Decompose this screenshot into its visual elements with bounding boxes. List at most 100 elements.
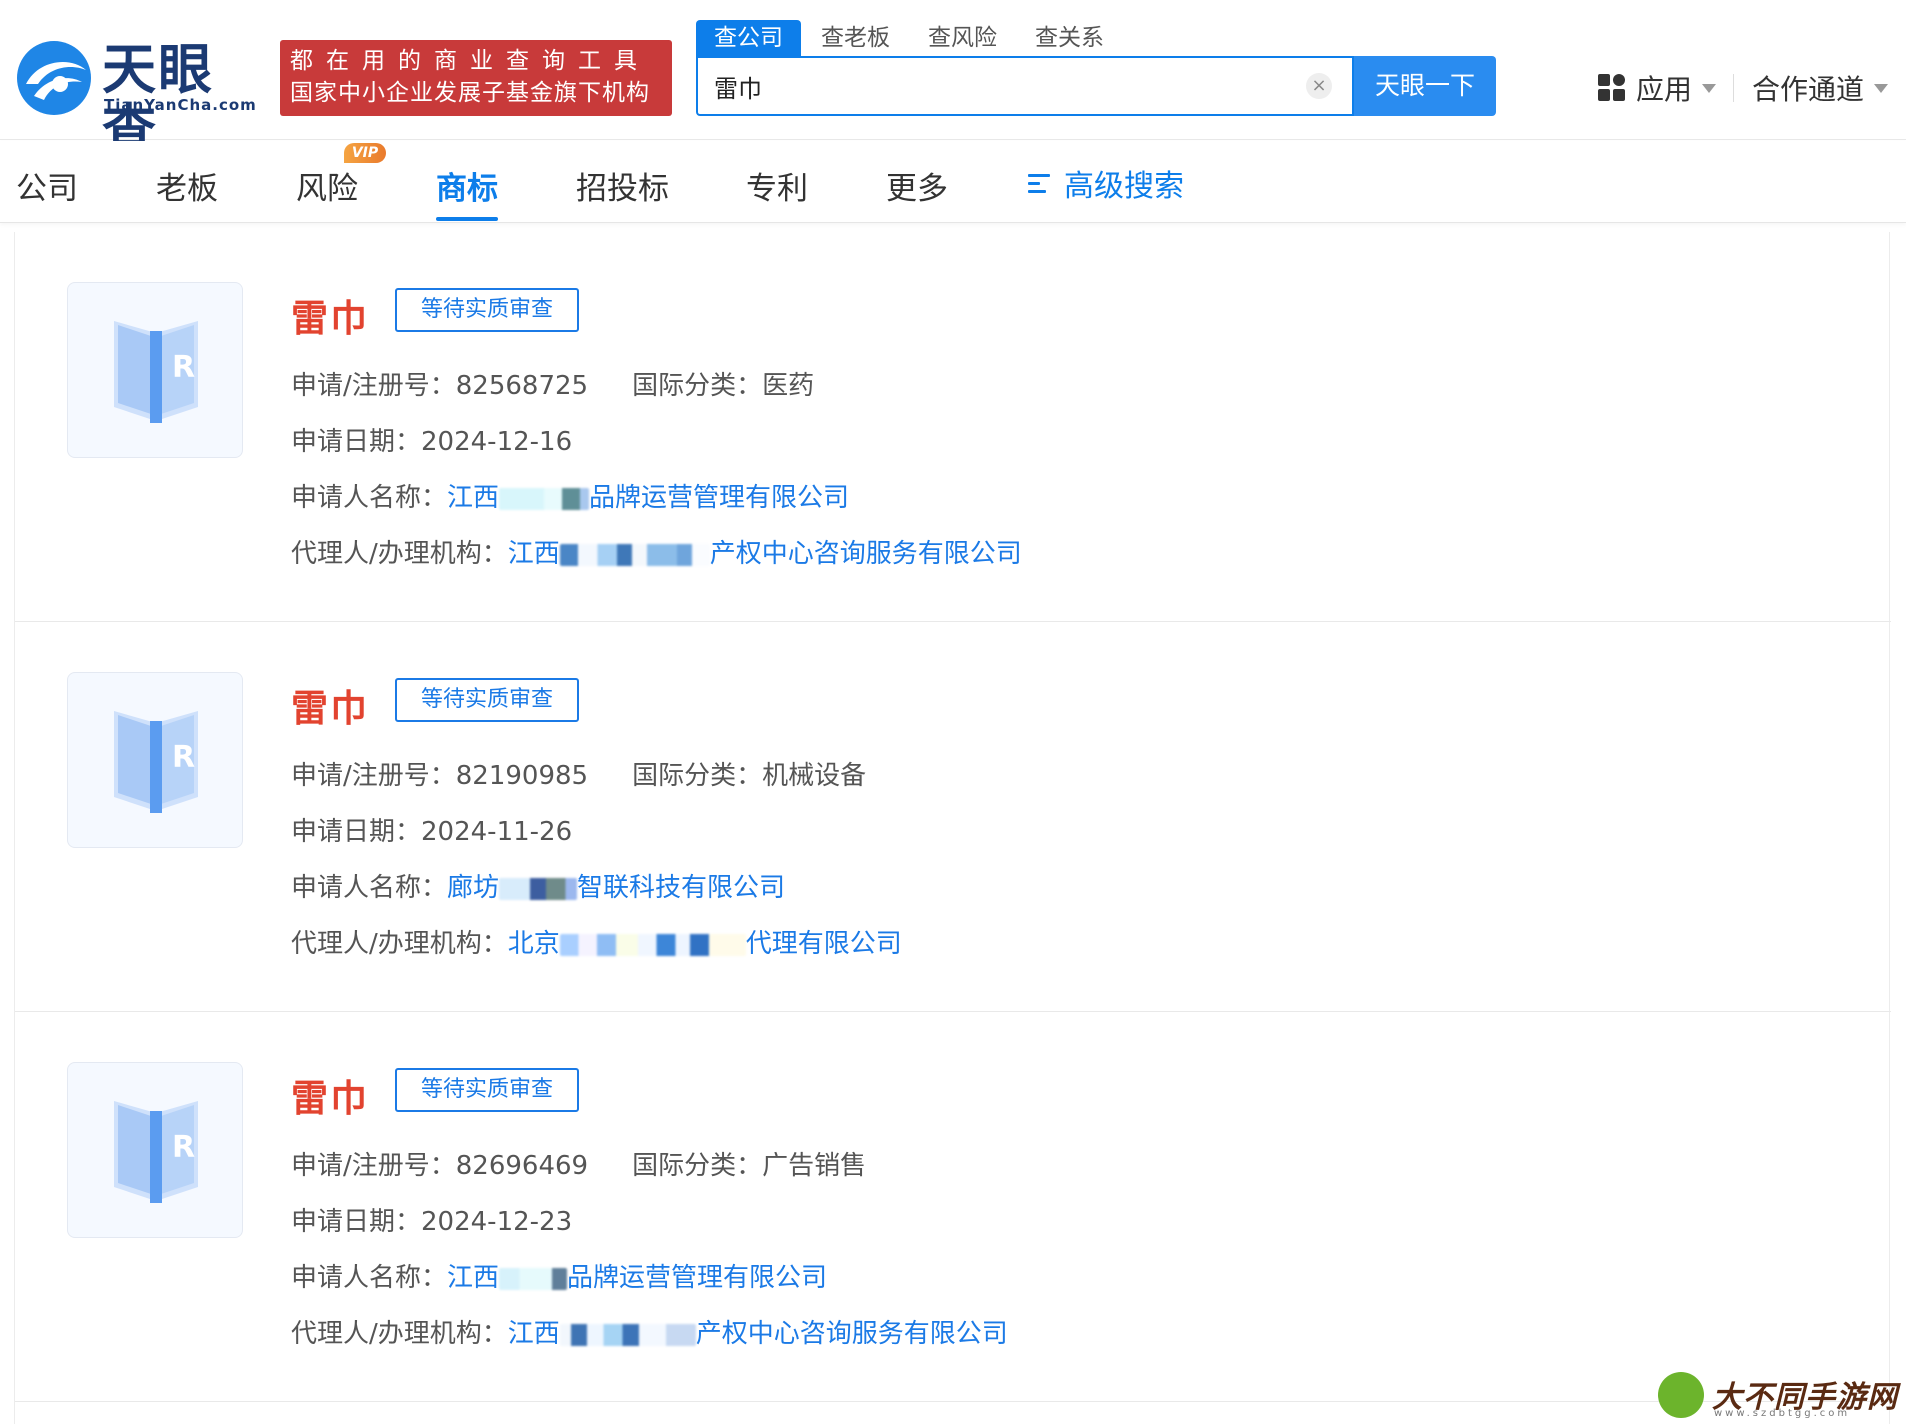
intl-class-value: 医药 (762, 371, 815, 401)
trademark-name[interactable]: 雷巾 (291, 288, 369, 342)
slogan-line2: 国家中小企业发展子基金旗下机构 (290, 80, 650, 106)
tianyancha-logo[interactable]: 天眼查 TianYanCha.com (16, 40, 266, 160)
applicant-row: 申请人名称：江西 品牌运营管理有限公司 (291, 478, 849, 518)
trademark-card[interactable]: R 雷巾 等待实质审查 申请/注册号：82696469 国际分类：广告销售 申请日… (15, 1012, 1891, 1402)
apply-date-label: 申请日期： (291, 1207, 422, 1237)
intl-class-value: 广告销售 (762, 1151, 867, 1181)
apply-date-value: 2024-12-16 (421, 427, 573, 457)
nav-company[interactable]: 公司 (16, 163, 78, 221)
cooperation-menu[interactable]: 合作通道 (1752, 68, 1889, 108)
logo-domain: TianYanCha.com (104, 96, 257, 114)
category-nav: 公司 老板 风险 VIP 商标 招投标 专利 更多 高级搜索 (0, 141, 1906, 223)
clear-icon[interactable]: × (1306, 73, 1332, 99)
agent-row: 代理人/办理机构：江西 产权中心咨询服务有限公司 (291, 534, 1022, 574)
trademark-thumbnail[interactable]: R (67, 1062, 243, 1238)
status-badge: 等待实质审查 (395, 678, 579, 722)
site-watermark: 大不同手游网 www.szdbtgg.com (1654, 1368, 1904, 1424)
logo-eye-icon (17, 41, 91, 115)
book-icon: R (114, 1101, 198, 1203)
reg-info-row: 申请/注册号：82568725 国际分类：医药 (291, 366, 814, 406)
agent-row: 代理人/办理机构：北京 代理有限公司 (291, 924, 902, 964)
applicant-label: 申请人名称： (291, 483, 448, 513)
reg-no-value: 82568725 (455, 371, 589, 401)
trademark-card[interactable]: R 雷巾 等待实质审查 申请/注册号：82190985 国际分类：机械设备 申请日… (15, 622, 1891, 1012)
nav-bidding[interactable]: 招投标 (576, 163, 669, 221)
agent-link[interactable]: 北京 代理有限公司 (508, 929, 902, 959)
header-divider (1733, 74, 1734, 102)
apply-date-value: 2024-11-26 (421, 817, 573, 847)
nav-patent[interactable]: 专利 (746, 163, 808, 221)
apply-date-row: 申请日期：2024-12-23 (291, 1202, 572, 1242)
watermark-url: www.szdbtgg.com (1714, 1408, 1851, 1419)
intl-class-label: 国际分类： (632, 371, 763, 401)
agent-link[interactable]: 江西 产权中心咨询服务有限公司 (508, 1319, 1008, 1349)
intl-class-label: 国际分类： (632, 761, 763, 791)
advanced-search-link[interactable]: 高级搜索 (1028, 163, 1184, 204)
status-badge: 等待实质审查 (395, 1068, 579, 1112)
cooperation-label: 合作通道 (1752, 73, 1865, 106)
reg-info-row: 申请/注册号：82190985 国际分类：机械设备 (291, 756, 866, 796)
redacted-mosaic (559, 1323, 696, 1346)
tab-search-relation[interactable]: 查关系 (1017, 20, 1122, 56)
svg-text:R: R (172, 740, 195, 775)
search-button[interactable]: 天眼一下 (1354, 56, 1496, 116)
chevron-down-icon (1874, 83, 1889, 93)
applicant-label: 申请人名称： (291, 873, 448, 903)
reg-info-row: 申请/注册号：82696469 国际分类：广告销售 (291, 1146, 866, 1186)
top-header: 天眼查 TianYanCha.com 都在用的商业查询工具 国家中小企业发展子基… (0, 0, 1906, 160)
applicant-row: 申请人名称：江西 品牌运营管理有限公司 (291, 1258, 827, 1298)
slogan-line1: 都在用的商业查询工具 (290, 48, 650, 74)
trademark-thumbnail[interactable]: R (67, 672, 243, 848)
applicant-row: 申请人名称：廊坊 智联科技有限公司 (291, 868, 785, 908)
reg-no-label: 申请/注册号： (291, 1151, 456, 1181)
applicant-link[interactable]: 廊坊 智联科技有限公司 (447, 873, 785, 903)
intl-class-value: 机械设备 (762, 761, 867, 791)
trademark-name[interactable]: 雷巾 (291, 1068, 369, 1122)
book-icon: R (114, 321, 198, 423)
trademark-thumbnail[interactable]: R (67, 282, 243, 458)
agent-link[interactable]: 江西 产权中心咨询服务有限公司 (508, 539, 1022, 569)
applicant-link[interactable]: 江西 品牌运营管理有限公司 (447, 483, 849, 513)
nav-more[interactable]: 更多 (886, 163, 948, 221)
tab-search-risk[interactable]: 查风险 (910, 20, 1015, 56)
apply-date-row: 申请日期：2024-11-26 (291, 812, 572, 852)
redacted-mosaic (499, 1267, 568, 1290)
reg-no-label: 申请/注册号： (291, 761, 456, 791)
redacted-mosaic (499, 877, 578, 900)
svg-text:R: R (172, 350, 195, 385)
apply-date-row: 申请日期：2024-12-16 (291, 422, 572, 462)
reg-no-value: 82190985 (455, 761, 589, 791)
trademark-name[interactable]: 雷巾 (291, 678, 369, 732)
watermark-logo-icon (1658, 1372, 1704, 1418)
trademark-card[interactable]: R 雷巾 等待实质审查 申请/注册号：82568725 国际分类：医药 申请日期：… (15, 232, 1891, 622)
apps-label: 应用 (1636, 73, 1693, 106)
tab-search-company[interactable]: 查公司 (696, 20, 801, 56)
apply-date-value: 2024-12-23 (421, 1207, 573, 1237)
tab-search-boss[interactable]: 查老板 (803, 20, 908, 56)
redacted-mosaic (559, 933, 746, 956)
agent-label: 代理人/办理机构： (291, 929, 508, 959)
agent-label: 代理人/办理机构： (291, 539, 508, 569)
trademark-result-list: R 雷巾 等待实质审查 申请/注册号：82568725 国际分类：医药 申请日期：… (14, 232, 1891, 1424)
search-input[interactable] (714, 58, 1274, 114)
reg-no-label: 申请/注册号： (291, 371, 456, 401)
applicant-link[interactable]: 江西 品牌运营管理有限公司 (447, 1263, 827, 1293)
nav-boss[interactable]: 老板 (156, 163, 218, 221)
apps-menu[interactable]: 应用 (1598, 68, 1717, 108)
status-badge: 等待实质审查 (395, 288, 579, 332)
search-type-tabs: 查公司 查老板 查风险 查关系 (696, 20, 1124, 56)
nav-trademark[interactable]: 商标 (436, 163, 498, 221)
apply-date-label: 申请日期： (291, 817, 422, 847)
vip-badge: VIP (344, 143, 386, 163)
redacted-mosaic (559, 543, 710, 566)
applicant-label: 申请人名称： (291, 1263, 448, 1293)
advanced-search-label: 高级搜索 (1064, 169, 1184, 204)
book-icon: R (114, 711, 198, 813)
slogan-banner: 都在用的商业查询工具 国家中小企业发展子基金旗下机构 (280, 40, 672, 116)
agent-label: 代理人/办理机构： (291, 1319, 508, 1349)
search-box: × (696, 56, 1354, 116)
nav-risk[interactable]: 风险 (296, 163, 358, 221)
filter-search-icon (1028, 172, 1056, 194)
reg-no-value: 82696469 (455, 1151, 589, 1181)
intl-class-label: 国际分类： (632, 1151, 763, 1181)
